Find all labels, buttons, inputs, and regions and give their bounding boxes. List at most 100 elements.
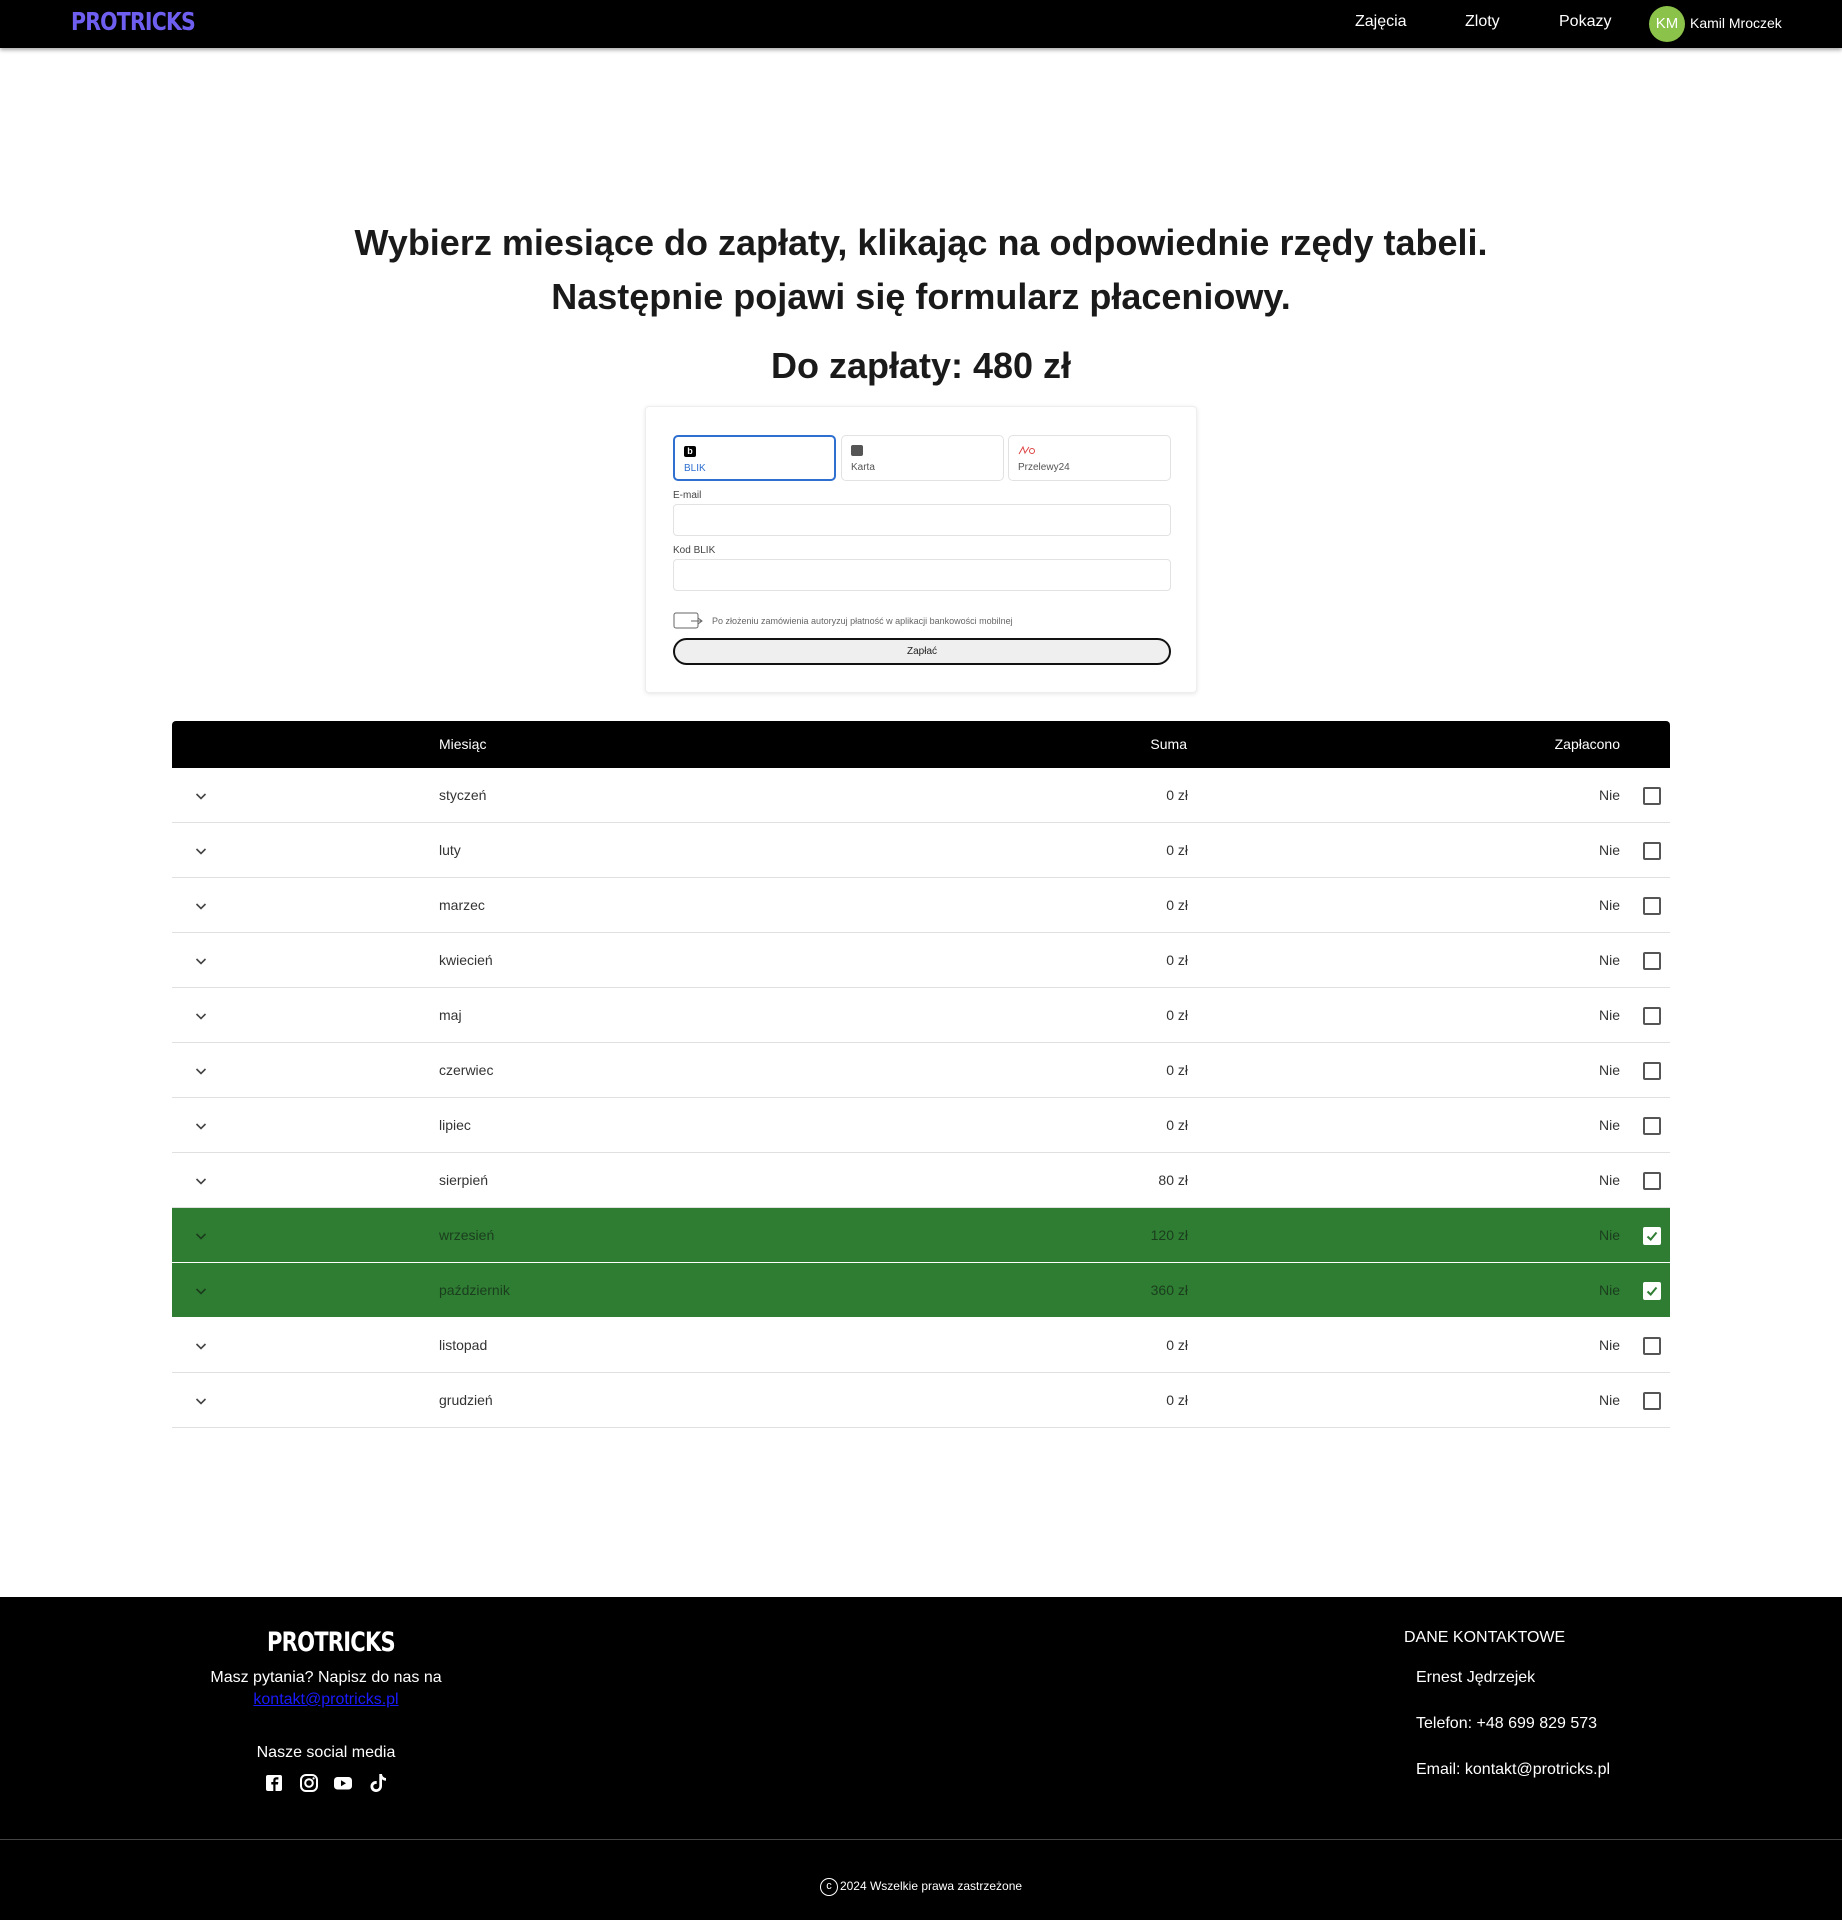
row-checkbox[interactable] xyxy=(1643,1172,1661,1190)
row-checkbox[interactable] xyxy=(1643,1007,1661,1025)
payment-method-label: Przelewy24 xyxy=(1018,462,1070,473)
paid-cell: Nie xyxy=(1598,1007,1620,1023)
month-cell: kwiecień xyxy=(439,952,493,968)
table-row[interactable]: marzec 0 zł Nie xyxy=(172,878,1670,933)
sum-cell: 0 zł xyxy=(1166,1007,1188,1023)
social-media-title: Nasze social media xyxy=(256,1744,396,1761)
table-row[interactable]: lipiec 0 zł Nie xyxy=(172,1098,1670,1153)
sum-cell: 0 zł xyxy=(1166,787,1188,803)
month-cell: styczeń xyxy=(439,787,487,803)
row-checkbox[interactable] xyxy=(1643,1117,1661,1135)
column-header-paid: Zapłacono xyxy=(1554,736,1620,752)
paid-cell: Nie xyxy=(1598,1392,1620,1408)
contact-title: DANE KONTAKTOWE xyxy=(1404,1629,1566,1646)
footer-logo: PROTRICKS xyxy=(267,1627,396,1658)
month-cell: czerwiec xyxy=(439,1062,494,1078)
table-row[interactable]: październik 360 zł Nie xyxy=(172,1263,1670,1318)
row-checkbox[interactable] xyxy=(1643,842,1661,860)
column-header-month: Miesiąc xyxy=(439,736,487,752)
blik-code-label: Kod BLIK xyxy=(673,545,716,556)
expand-chevron-icon[interactable] xyxy=(193,1393,209,1409)
table-row[interactable]: czerwiec 0 zł Nie xyxy=(172,1043,1670,1098)
paid-cell: Nie xyxy=(1598,1062,1620,1078)
contact-phone: Telefon: +48 699 829 573 xyxy=(1416,1715,1598,1732)
nav-link-pokazy[interactable]: Pokazy xyxy=(1559,13,1611,31)
payment-method-card[interactable]: Karta xyxy=(841,435,1004,481)
amount-due: Do zapłaty: 480 zł xyxy=(770,345,1072,386)
row-checkbox[interactable] xyxy=(1643,1392,1661,1410)
pay-button[interactable]: Zapłać xyxy=(673,638,1171,665)
table-row[interactable]: luty 0 zł Nie xyxy=(172,823,1670,878)
table-row[interactable]: maj 0 zł Nie xyxy=(172,988,1670,1043)
brand-logo[interactable]: PROTRICKS xyxy=(71,7,196,36)
expand-chevron-icon[interactable] xyxy=(193,1283,209,1299)
paid-cell: Nie xyxy=(1598,787,1620,803)
month-cell: listopad xyxy=(439,1337,488,1353)
sum-cell: 0 zł xyxy=(1166,897,1188,913)
blik-icon: b xyxy=(684,446,696,457)
contact-email: Email: kontakt@protricks.pl xyxy=(1416,1761,1611,1778)
table-row[interactable]: kwiecień 0 zł Nie xyxy=(172,933,1670,988)
table-row[interactable]: styczeń 0 zł Nie xyxy=(172,768,1670,823)
payment-method-przelewy24[interactable]: Przelewy24 xyxy=(1008,435,1171,481)
blik-code-field[interactable] xyxy=(673,559,1171,591)
sum-cell: 0 zł xyxy=(1166,952,1188,968)
row-checkbox[interactable] xyxy=(1643,1337,1661,1355)
sum-cell: 80 zł xyxy=(1158,1172,1188,1188)
table-row[interactable]: sierpień 80 zł Nie xyxy=(172,1153,1670,1208)
row-checkbox[interactable] xyxy=(1643,1227,1661,1245)
card-icon xyxy=(851,445,863,456)
month-cell: maj xyxy=(439,1007,462,1023)
email-label: E-mail xyxy=(673,490,702,501)
tiktok-icon[interactable] xyxy=(367,1772,389,1794)
facebook-icon[interactable] xyxy=(263,1772,285,1794)
expand-chevron-icon[interactable] xyxy=(193,1008,209,1024)
table-row[interactable]: grudzień 0 zł Nie xyxy=(172,1373,1670,1428)
nav-link-zloty[interactable]: Zloty xyxy=(1465,13,1500,31)
expand-chevron-icon[interactable] xyxy=(193,953,209,969)
paid-cell: Nie xyxy=(1598,952,1620,968)
table-header: Miesiąc Suma Zapłacono xyxy=(172,721,1670,768)
table-row[interactable]: listopad 0 zł Nie xyxy=(172,1318,1670,1373)
expand-chevron-icon[interactable] xyxy=(193,1173,209,1189)
footer: PROTRICKS Masz pytania? Napisz do nas na… xyxy=(0,1597,1842,1920)
paid-cell: Nie xyxy=(1598,1282,1620,1298)
expand-chevron-icon[interactable] xyxy=(193,1118,209,1134)
sum-cell: 0 zł xyxy=(1166,842,1188,858)
user-avatar[interactable]: KM xyxy=(1649,6,1685,42)
expand-chevron-icon[interactable] xyxy=(193,843,209,859)
footer-email-link[interactable]: kontakt@protricks.pl xyxy=(0,1691,652,1709)
instruction-line-1: Wybierz miesiące do zapłaty, klikając na… xyxy=(354,222,1488,263)
copyright-text: 2024 Wszelkie prawa zastrzeżone xyxy=(839,1879,1023,1894)
contact-name: Ernest Jędrzejek xyxy=(1416,1669,1536,1686)
months-table: Miesiąc Suma Zapłacono styczeń 0 zł Nie lut… xyxy=(172,721,1670,1428)
month-cell: sierpień xyxy=(439,1172,489,1188)
przelewy24-icon xyxy=(1018,445,1036,456)
expand-chevron-icon[interactable] xyxy=(193,788,209,804)
expand-chevron-icon[interactable] xyxy=(193,1063,209,1079)
month-cell: marzec xyxy=(439,897,485,913)
instagram-icon[interactable] xyxy=(298,1772,320,1794)
youtube-icon[interactable] xyxy=(332,1772,354,1794)
table-row[interactable]: wrzesień 120 zł Nie xyxy=(172,1208,1670,1263)
month-cell: wrzesień xyxy=(439,1227,495,1243)
footer-divider xyxy=(0,1839,1842,1840)
row-checkbox[interactable] xyxy=(1643,952,1661,970)
row-checkbox[interactable] xyxy=(1643,787,1661,805)
sum-cell: 0 zł xyxy=(1166,1062,1188,1078)
paid-cell: Nie xyxy=(1598,1117,1620,1133)
expand-chevron-icon[interactable] xyxy=(193,1228,209,1244)
month-cell: grudzień xyxy=(439,1392,493,1408)
payment-method-label: BLIK xyxy=(684,463,706,474)
row-checkbox[interactable] xyxy=(1643,1062,1661,1080)
expand-chevron-icon[interactable] xyxy=(193,1338,209,1354)
table-body: styczeń 0 zł Nie luty 0 zł Nie marzec 0 zł Nie kw… xyxy=(172,768,1670,1428)
row-checkbox[interactable] xyxy=(1643,1282,1661,1300)
expand-chevron-icon[interactable] xyxy=(193,898,209,914)
user-name[interactable]: Kamil Mroczek xyxy=(1690,15,1782,31)
payment-method-blik[interactable]: b BLIK xyxy=(673,435,836,481)
row-checkbox[interactable] xyxy=(1643,897,1661,915)
sum-cell: 120 zł xyxy=(1150,1227,1188,1243)
nav-link-zajecia[interactable]: Zajęcia xyxy=(1355,13,1407,31)
email-field[interactable] xyxy=(673,504,1171,536)
